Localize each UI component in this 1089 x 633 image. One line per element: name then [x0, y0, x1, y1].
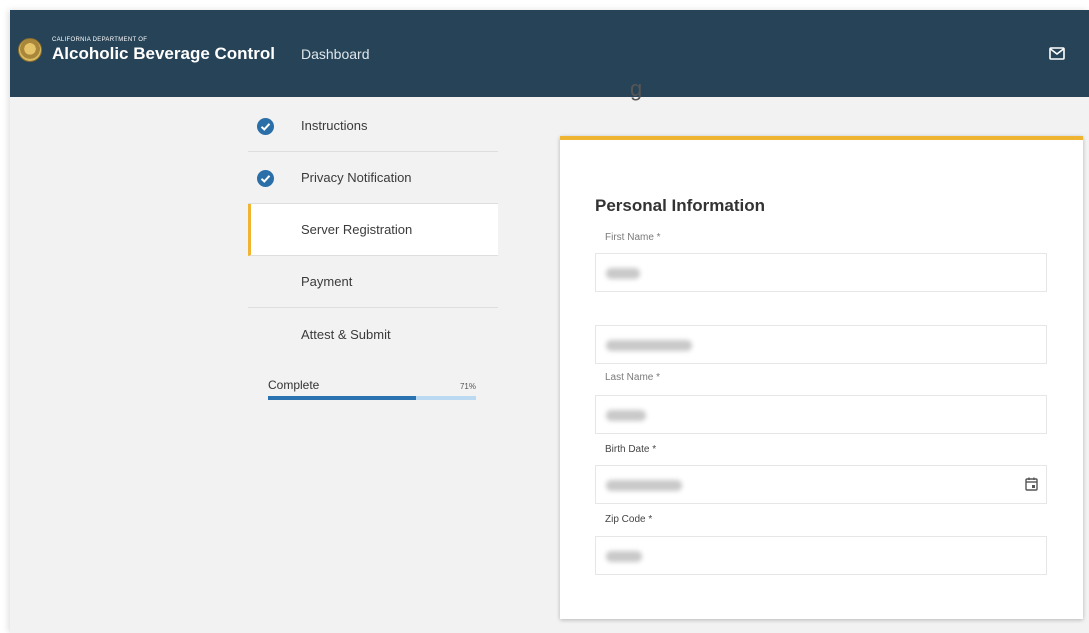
step-instructions[interactable]: Instructions	[248, 100, 498, 152]
first-name-field[interactable]	[595, 253, 1047, 292]
section-title: Personal Information	[595, 196, 766, 215]
logo-agency-name: Alcoholic Beverage Control	[52, 44, 275, 63]
first-name-label: First Name *	[605, 232, 661, 243]
registration-steps: Instructions Privacy Notification Server…	[248, 100, 498, 360]
abc-logo[interactable]: CALIFORNIA DEPARTMENT OF Alcoholic Bever…	[18, 36, 275, 64]
step-label: Privacy Notification	[301, 170, 412, 185]
middle-name-field[interactable]	[595, 325, 1047, 364]
step-label: Attest & Submit	[301, 326, 391, 342]
redacted-value	[606, 551, 642, 562]
top-navigation-bar: CALIFORNIA DEPARTMENT OF Alcoholic Bever…	[10, 10, 1089, 97]
mail-icon[interactable]	[1049, 47, 1065, 60]
step-attest-submit[interactable]: Attest & Submit	[248, 308, 498, 360]
state-seal-icon	[18, 38, 42, 62]
progress-label: Complete	[268, 378, 320, 392]
personal-information-card: Personal Information First Name * Last N…	[560, 136, 1083, 619]
zip-code-label: Zip Code *	[605, 514, 653, 525]
redacted-value	[606, 340, 692, 351]
completion-progress: Complete 71%	[268, 378, 476, 400]
step-server-registration[interactable]: Server Registration	[248, 204, 498, 256]
calendar-icon[interactable]	[1025, 477, 1038, 491]
last-name-label: Last Name *	[605, 372, 661, 383]
redacted-value	[606, 268, 640, 279]
last-name-field[interactable]	[595, 395, 1047, 434]
logo-text: CALIFORNIA DEPARTMENT OF Alcoholic Bever…	[52, 36, 275, 64]
progress-fill	[268, 396, 416, 400]
logo-department: CALIFORNIA DEPARTMENT OF	[52, 37, 148, 43]
step-payment[interactable]: Payment	[248, 256, 498, 308]
redacted-value	[606, 410, 646, 421]
check-circle-icon	[257, 118, 274, 135]
birth-date-field[interactable]	[595, 465, 1047, 504]
step-label: Payment	[301, 274, 353, 289]
dashboard-link[interactable]: Dashboard	[301, 46, 370, 62]
birth-date-label: Birth Date *	[605, 444, 657, 455]
check-circle-icon	[257, 170, 274, 187]
progress-percent: 71%	[459, 382, 476, 391]
zip-code-field[interactable]	[595, 536, 1047, 575]
progress-track	[268, 396, 476, 400]
app-window: CALIFORNIA DEPARTMENT OF Alcoholic Bever…	[10, 10, 1089, 633]
step-label: Instructions	[301, 118, 368, 133]
page-heading-partial: g	[630, 76, 643, 101]
redacted-value	[606, 480, 682, 491]
step-privacy-notification[interactable]: Privacy Notification	[248, 152, 498, 204]
step-label: Server Registration	[301, 222, 413, 237]
